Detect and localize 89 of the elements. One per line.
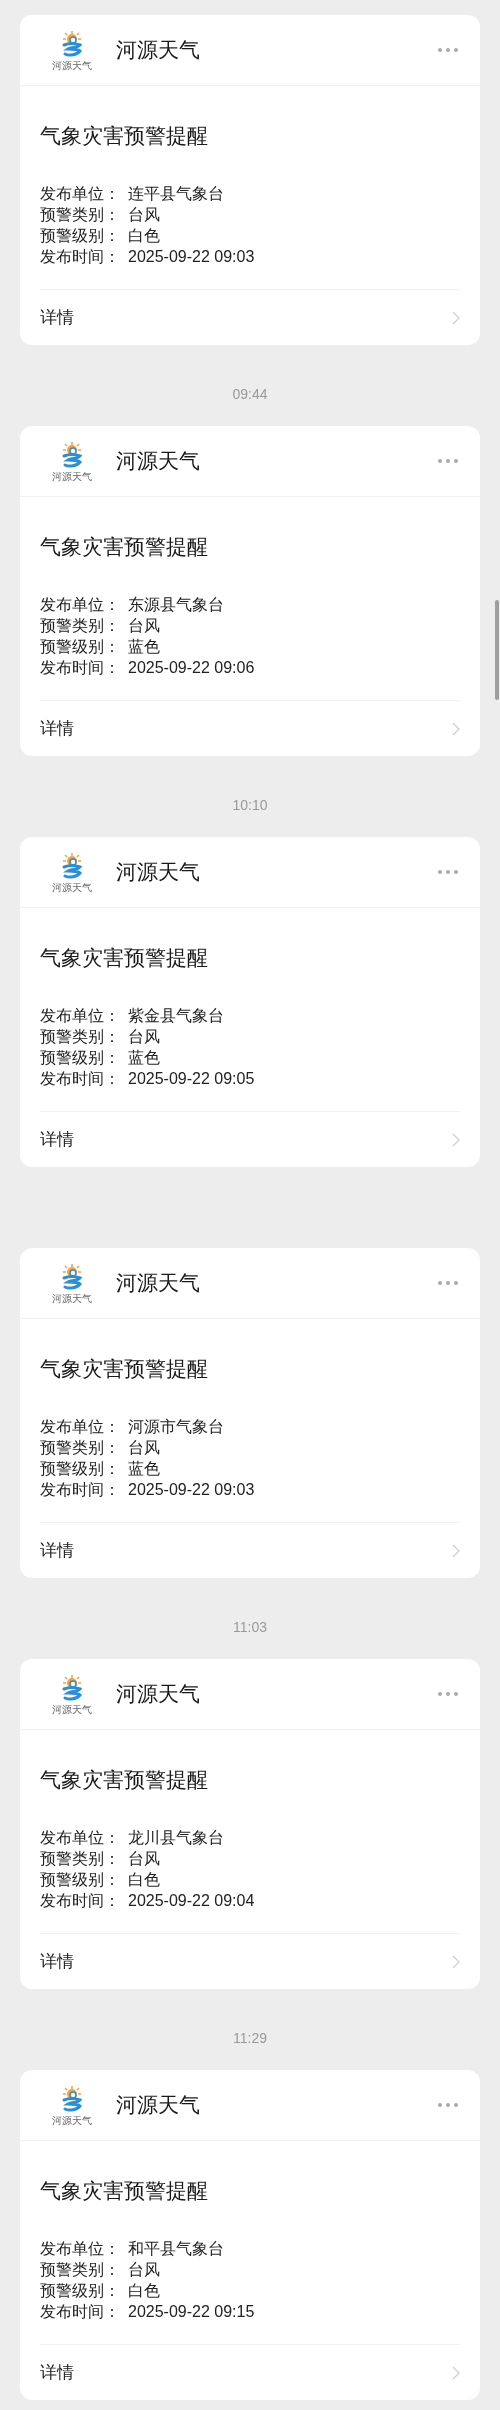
message-title: 气象灾害预警提醒 — [40, 1767, 209, 1793]
chevron-right-icon — [452, 1954, 460, 1969]
logo-caption: 河源天气 — [52, 470, 92, 482]
field-value: 白色 — [128, 1870, 160, 1890]
field-label: 发布单位： — [40, 184, 121, 204]
field-label: 发布单位： — [40, 1006, 121, 1026]
field-label: 发布时间： — [40, 2302, 121, 2322]
field-value: 台风 — [128, 1027, 160, 1047]
field-value: 台风 — [128, 1849, 160, 1869]
details-link[interactable]: 详情 — [40, 700, 460, 756]
field-label: 预警级别： — [40, 226, 121, 246]
field-value: 蓝色 — [128, 637, 160, 657]
field-label: 预警类别： — [40, 2260, 121, 2280]
field-label: 发布单位： — [40, 2239, 121, 2259]
account-name[interactable]: 河源天气 — [116, 856, 438, 888]
account-name[interactable]: 河源天气 — [116, 34, 438, 66]
logo-caption: 河源天气 — [52, 1292, 92, 1304]
timestamp: 09:44 — [232, 385, 268, 403]
field-value: 连平县气象台 — [128, 184, 224, 204]
logo-caption: 河源天气 — [52, 59, 92, 71]
logo-caption: 河源天气 — [52, 1703, 92, 1715]
field-value: 白色 — [128, 2281, 160, 2301]
details-link[interactable]: 详情 — [40, 1933, 460, 1989]
field-value: 台风 — [128, 616, 160, 636]
timestamp: 11:29 — [233, 2029, 267, 2047]
message-title: 气象灾害预警提醒 — [40, 1356, 209, 1382]
field-value: 河源市气象台 — [128, 1417, 224, 1437]
field-label: 发布时间： — [40, 1480, 121, 1500]
field-label: 发布时间： — [40, 247, 121, 267]
account-name[interactable]: 河源天气 — [116, 1678, 438, 1710]
field-label: 预警级别： — [40, 1870, 121, 1890]
more-icon[interactable] — [438, 48, 458, 52]
field-value: 东源县气象台 — [128, 595, 224, 615]
chevron-right-icon — [452, 1132, 460, 1147]
logo-caption: 河源天气 — [52, 2114, 92, 2126]
field-label: 发布时间： — [40, 1069, 121, 1089]
field-value: 台风 — [128, 205, 160, 225]
chevron-right-icon — [452, 2365, 460, 2380]
account-name[interactable]: 河源天气 — [116, 2089, 438, 2121]
more-icon[interactable] — [438, 1692, 458, 1696]
field-label: 预警类别： — [40, 205, 121, 225]
field-label: 发布单位： — [40, 1828, 121, 1848]
field-label: 预警类别： — [40, 1027, 121, 1047]
field-value: 2025-09-22 09:03 — [128, 247, 255, 267]
message-title: 气象灾害预警提醒 — [40, 123, 209, 149]
timestamp: 10:10 — [232, 796, 268, 814]
field-label: 预警级别： — [40, 1459, 121, 1479]
field-value: 台风 — [128, 2260, 160, 2280]
field-label: 预警类别： — [40, 1849, 121, 1869]
more-icon[interactable] — [438, 1281, 458, 1285]
field-label: 预警级别： — [40, 2281, 121, 2301]
field-value: 2025-09-22 09:06 — [128, 658, 255, 678]
field-label: 发布时间： — [40, 658, 121, 678]
account-name[interactable]: 河源天气 — [116, 445, 438, 477]
chevron-right-icon — [452, 721, 460, 736]
field-value: 2025-09-22 09:05 — [128, 1069, 255, 1089]
field-value: 白色 — [128, 226, 160, 246]
field-label: 预警类别： — [40, 1438, 121, 1458]
details-link[interactable]: 详情 — [40, 1111, 460, 1167]
more-icon[interactable] — [438, 459, 458, 463]
account-name[interactable]: 河源天气 — [116, 1267, 438, 1299]
chevron-right-icon — [452, 310, 460, 325]
field-value: 台风 — [128, 1438, 160, 1458]
field-value: 龙川县气象台 — [128, 1828, 224, 1848]
field-label: 发布单位： — [40, 1417, 121, 1437]
logo-caption: 河源天气 — [52, 881, 92, 893]
scrollbar[interactable] — [495, 600, 499, 700]
field-label: 发布单位： — [40, 595, 121, 615]
field-value: 2025-09-22 09:04 — [128, 1891, 255, 1911]
field-value: 2025-09-22 09:03 — [128, 1480, 255, 1500]
field-value: 和平县气象台 — [128, 2239, 224, 2259]
field-label: 预警类别： — [40, 616, 121, 636]
more-icon[interactable] — [438, 2103, 458, 2107]
details-link[interactable]: 详情 — [40, 2344, 460, 2400]
message-title: 气象灾害预警提醒 — [40, 945, 209, 971]
field-value: 蓝色 — [128, 1048, 160, 1068]
chevron-right-icon — [452, 1543, 460, 1558]
field-label: 预警级别： — [40, 637, 121, 657]
field-label: 发布时间： — [40, 1891, 121, 1911]
details-link[interactable]: 详情 — [40, 1522, 460, 1578]
field-value: 2025-09-22 09:15 — [128, 2302, 255, 2322]
more-icon[interactable] — [438, 870, 458, 874]
details-link[interactable]: 详情 — [40, 289, 460, 345]
field-value: 蓝色 — [128, 1459, 160, 1479]
message-title: 气象灾害预警提醒 — [40, 2178, 209, 2204]
timestamp: 11:03 — [233, 1618, 267, 1636]
field-value: 紫金县气象台 — [128, 1006, 224, 1026]
message-title: 气象灾害预警提醒 — [40, 534, 209, 560]
field-label: 预警级别： — [40, 1048, 121, 1068]
